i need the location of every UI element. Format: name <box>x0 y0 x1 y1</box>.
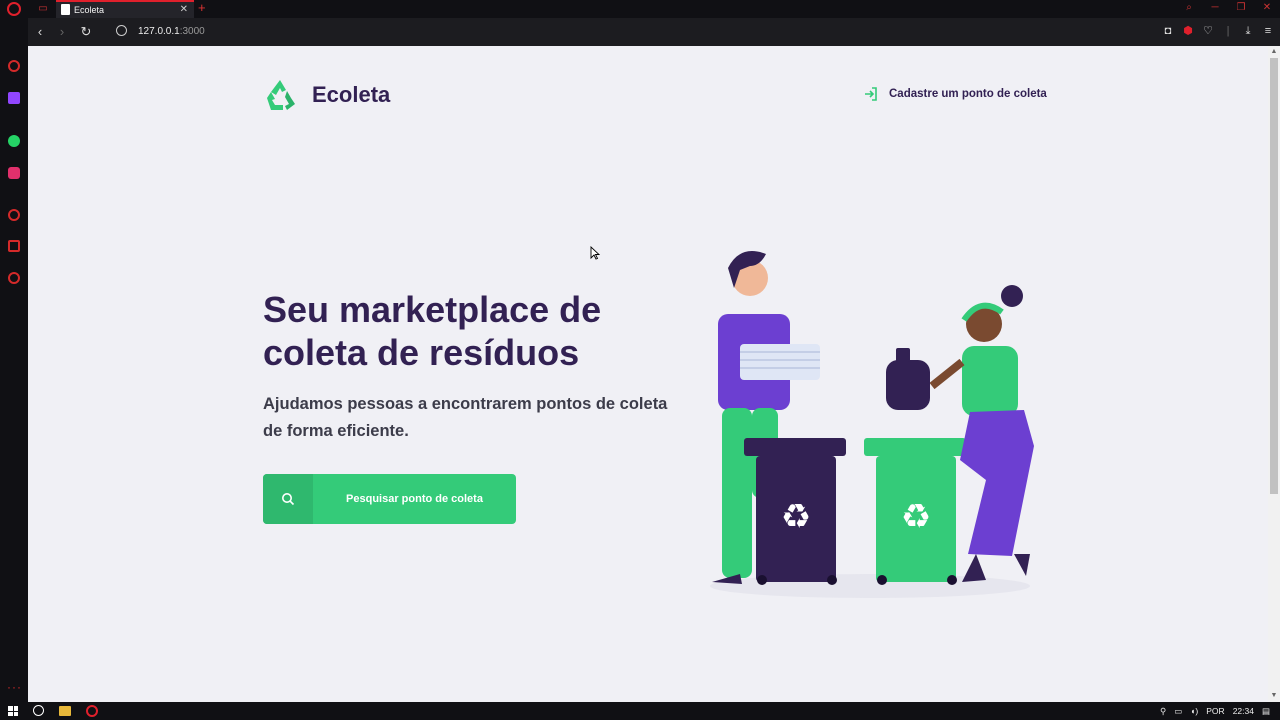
url-field[interactable]: 127.0.0.1:3000 <box>138 25 205 39</box>
recycle-icon <box>267 80 295 110</box>
restore-icon[interactable]: ❐ <box>1228 0 1254 18</box>
scroll-down-icon[interactable]: ▼ <box>1270 692 1278 700</box>
logo[interactable]: Ecoleta <box>263 78 390 112</box>
mouse-cursor-icon <box>590 246 600 260</box>
hero-subtitle: Ajudamos pessoas a encontrarem pontos de… <box>263 391 673 445</box>
extensions-icon[interactable] <box>8 240 20 252</box>
sign-in-icon <box>865 87 877 101</box>
notifications-icon[interactable]: ▤ <box>1262 702 1270 720</box>
volume-icon[interactable]: ◖) <box>1190 702 1198 720</box>
twitch-icon[interactable] <box>8 92 20 104</box>
snapshot-icon[interactable]: ◘ <box>1162 24 1174 38</box>
svg-text:♻: ♻ <box>781 497 811 537</box>
page-content: Ecoleta Cadastre um ponto de coleta Seu … <box>28 46 1268 702</box>
people-icon[interactable]: ⚲ <box>1160 702 1166 720</box>
sidebar: ··· <box>0 18 28 702</box>
search-icon <box>282 493 295 506</box>
search-point-label: Pesquisar ponto de coleta <box>346 493 483 505</box>
minimize-icon[interactable]: ─ <box>1202 0 1228 18</box>
screen: ▭ Ecoleta ✕ + ⌕ ─ ❐ ✕ ‹ › ↻ 127.0.0.1:30… <box>0 0 1280 720</box>
brand-name: Ecoleta <box>312 82 391 107</box>
register-point-link[interactable]: Cadastre um ponto de coleta <box>864 87 1047 101</box>
hero-title: Seu marketplace de coleta de resíduos <box>263 288 683 374</box>
whatsapp-icon[interactable] <box>8 135 20 147</box>
clock[interactable]: 22:34 <box>1233 702 1254 720</box>
recycling-illustration: ♻ ♻ <box>710 251 1034 598</box>
register-point-label: Cadastre um ponto de coleta <box>889 88 1047 100</box>
workspaces-icon[interactable]: ▭ <box>34 1 52 16</box>
instagram-icon[interactable] <box>8 167 20 179</box>
tab-title: Ecoleta <box>74 5 105 15</box>
scrollbar[interactable]: ▲ ▼ <box>1268 46 1280 702</box>
tab-ecoleta[interactable]: Ecoleta ✕ <box>56 0 194 18</box>
taskbar: ⚲ ▭ ◖) POR 22:34 ▤ <box>0 702 1280 720</box>
reload-icon[interactable]: ↻ <box>78 24 94 40</box>
tab-close-icon[interactable]: ✕ <box>180 3 188 17</box>
windows-start-icon[interactable] <box>8 706 18 716</box>
language-indicator[interactable]: POR <box>1206 702 1224 720</box>
forward-icon[interactable]: › <box>54 24 70 40</box>
svg-text:♻: ♻ <box>901 497 931 537</box>
url-host: 127.0.0.1 <box>138 26 180 37</box>
globe-icon <box>116 25 127 36</box>
history-icon[interactable] <box>8 209 20 221</box>
more-icon[interactable]: ··· <box>7 680 22 694</box>
separator-icon: | <box>1226 25 1230 37</box>
address-bar-actions: ◘ ⬢ ♡ | ⤓ ≡ <box>1162 24 1274 38</box>
new-tab-button[interactable]: + <box>198 0 206 16</box>
page-icon <box>61 4 70 15</box>
scroll-up-icon[interactable]: ▲ <box>1270 48 1278 56</box>
close-window-icon[interactable]: ✕ <box>1254 0 1280 18</box>
hero-title-line2: coleta de resíduos <box>263 332 580 373</box>
bookmark-heart-icon[interactable]: ♡ <box>1202 24 1214 38</box>
taskbar-search-icon[interactable] <box>33 705 44 716</box>
search-point-button[interactable]: Pesquisar ponto de coleta <box>263 474 516 524</box>
search-icon-box <box>263 474 313 524</box>
settings-icon[interactable] <box>8 272 20 284</box>
hero-subtitle-line2: de forma eficiente. <box>263 422 409 440</box>
network-icon[interactable]: ▭ <box>1174 702 1182 720</box>
tab-bar: ▭ Ecoleta ✕ + ⌕ ─ ❐ ✕ <box>0 0 1280 18</box>
window-controls: ⌕ ─ ❐ ✕ <box>1176 0 1280 18</box>
tab-search-icon[interactable]: ⌕ <box>1176 0 1202 18</box>
speed-dial-icon[interactable] <box>8 60 20 72</box>
url-port: :3000 <box>179 26 205 37</box>
easy-setup-icon[interactable]: ≡ <box>1262 24 1274 38</box>
system-tray: ⚲ ▭ ◖) POR 22:34 ▤ <box>1160 702 1270 720</box>
back-icon[interactable]: ‹ <box>32 24 48 40</box>
hero-subtitle-line1: Ajudamos pessoas a encontrarem pontos de… <box>263 395 668 413</box>
scroll-thumb[interactable] <box>1270 58 1278 494</box>
download-icon[interactable]: ⤓ <box>1242 24 1254 38</box>
opera-menu-icon[interactable] <box>7 2 21 16</box>
opera-taskbar-icon[interactable] <box>86 705 98 717</box>
hero-title-line1: Seu marketplace de <box>263 289 602 330</box>
adblock-icon[interactable]: ⬢ <box>1182 24 1194 38</box>
file-explorer-icon[interactable] <box>59 706 71 716</box>
address-bar: ‹ › ↻ 127.0.0.1:3000 ◘ ⬢ ♡ | ⤓ ≡ <box>28 18 1280 46</box>
